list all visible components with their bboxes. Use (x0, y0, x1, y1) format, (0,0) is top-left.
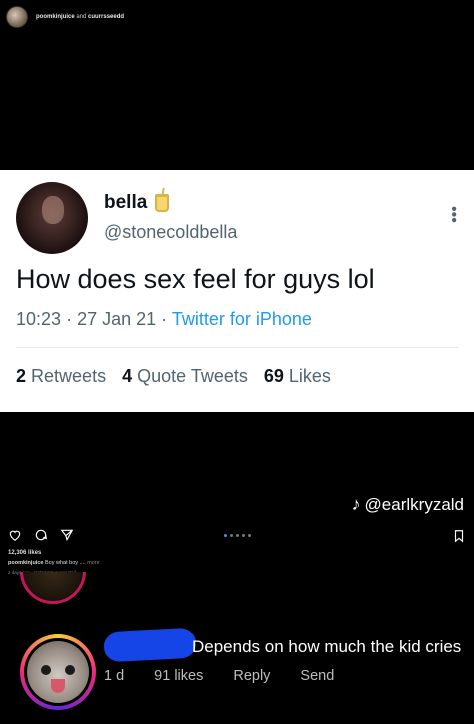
tiktok-watermark: ♪ @earlkryzald (352, 494, 464, 515)
comment-icon[interactable] (34, 528, 48, 542)
previous-comment-avatar[interactable] (20, 572, 86, 604)
tweet-source: Twitter for iPhone (171, 309, 312, 329)
tweet-handle: @stonecoldbella (104, 222, 238, 242)
post-actions (8, 528, 74, 542)
caption-text: Boy what boy .... (44, 560, 86, 566)
post-usernames[interactable]: poomkinjuice and cuurrsseedd (36, 14, 124, 20)
post-header: poomkinjuice and cuurrsseedd (0, 0, 474, 34)
tweet-divider (16, 347, 458, 348)
tiktok-icon: ♪ (351, 494, 361, 514)
post-user-1[interactable]: poomkinjuice (36, 14, 75, 20)
caption-more-link[interactable]: more (87, 560, 100, 566)
tweet-time: 10:23 (16, 309, 62, 329)
carousel-dots (224, 534, 251, 537)
bookmark-icon[interactable] (452, 529, 466, 543)
quote-tweets-stat: 4 Quote Tweets (122, 366, 248, 386)
post-likes[interactable]: 12,306 likes (8, 550, 41, 556)
tweet-display-name: bella (104, 192, 170, 214)
meta-separator: · (66, 309, 73, 329)
tweet-card: bella @stonecoldbella ••• How does sex f… (0, 170, 474, 412)
comment-send-button[interactable]: Send (300, 668, 334, 684)
retweets-stat: 2 Retweets (16, 366, 107, 386)
juice-emoji-icon (155, 194, 170, 212)
redacted-username (103, 627, 197, 663)
meta-separator: · (161, 309, 168, 329)
tweet-stats: 2 Retweets 4 Quote Tweets 69 Likes (16, 366, 331, 387)
comment-age: 1 d (104, 668, 125, 684)
caption-user[interactable]: poomkinjuice (8, 560, 43, 566)
heart-icon[interactable] (8, 528, 22, 542)
comment-avatar[interactable] (20, 634, 96, 710)
post-user-2[interactable]: cuurrsseedd (88, 14, 124, 20)
tweet-meta: 10:23 · 27 Jan 21 · Twitter for iPhone (16, 309, 312, 330)
tweet-date: 27 Jan 21 (77, 309, 157, 329)
more-icon: ••• (445, 206, 462, 223)
post-avatar[interactable] (6, 6, 28, 28)
comment-text: Depends on how much the kid cries (192, 637, 462, 656)
tweet-avatar (16, 182, 88, 254)
post-caption: poomkinjuice Boy what boy .... more (8, 560, 100, 566)
likes-stat: 69 Likes (263, 366, 331, 386)
tweet-name-text: bella (104, 192, 148, 213)
tiktok-handle: @earlkryzald (364, 494, 464, 514)
tweet-text: How does sex feel for guys lol (16, 264, 375, 294)
comment-likes[interactable]: 91 likes (154, 668, 203, 684)
post-and-word: and (76, 14, 87, 20)
comment-meta: 1 d 91 likes Reply Send (104, 668, 364, 684)
share-icon[interactable] (60, 528, 74, 542)
comment-reply-button[interactable]: Reply (233, 668, 270, 684)
